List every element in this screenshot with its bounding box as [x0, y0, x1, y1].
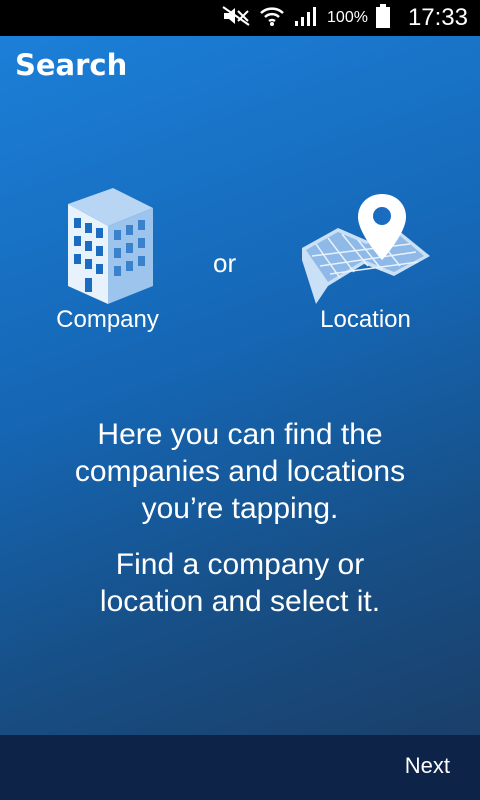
building-icon — [45, 186, 170, 306]
intro-text: Here you can find the companies and loca… — [0, 416, 480, 527]
or-separator: or — [213, 248, 237, 278]
intro-line: you’re tapping. — [141, 492, 339, 525]
location-label: Location — [320, 306, 411, 333]
company-option: Company — [45, 186, 170, 334]
battery-percent: 100% — [327, 9, 368, 26]
instruction-text: Find a company or location and select it… — [0, 546, 480, 620]
status-time: 17:33 — [407, 4, 468, 31]
company-label: Company — [56, 306, 159, 333]
status-icons: 100% 17:33 — [221, 0, 468, 36]
next-button[interactable]: Next — [405, 753, 450, 779]
intro-line: companies and locations — [74, 455, 406, 488]
signal-icon — [293, 5, 319, 32]
wifi-icon — [259, 5, 285, 32]
page-title: Search — [15, 48, 128, 82]
intro-line: Here you can find the — [97, 418, 383, 451]
mute-icon — [221, 5, 251, 32]
map-pin-icon — [298, 186, 433, 306]
location-option: Location — [298, 186, 433, 334]
bottom-bar: Next — [0, 735, 480, 800]
search-intro-panel: Search Company or Location Here you can … — [0, 36, 480, 735]
instruction-line: location and select it. — [99, 585, 381, 618]
status-bar: 100% 17:33 — [0, 0, 480, 36]
instruction-line: Find a company or — [115, 548, 365, 581]
battery-icon — [375, 3, 390, 33]
